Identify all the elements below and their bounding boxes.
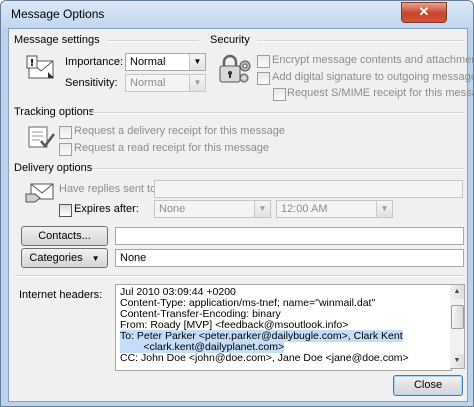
receipt-check-icon	[28, 126, 55, 149]
categories-button[interactable]: Categories ▼	[21, 248, 108, 268]
headers-divider	[14, 275, 464, 277]
read-receipt-checkbox[interactable]	[59, 143, 72, 156]
digital-signature-label: Add digital signature to outgoing messag…	[272, 71, 474, 83]
message-settings-group-label: Message settings	[14, 34, 100, 46]
contacts-field[interactable]	[115, 227, 464, 245]
categories-value: None	[120, 252, 147, 264]
digital-signature-checkbox[interactable]	[257, 72, 270, 85]
expires-time-value: 12:00 AM	[281, 203, 328, 215]
expires-after-checkbox[interactable]	[59, 204, 72, 217]
title-bar: Message Options ✕	[1, 1, 473, 27]
message-settings-divider	[107, 40, 199, 42]
delivery-divider	[92, 168, 464, 170]
message-options-dialog: Message Options ✕ Message settings ! Imp…	[0, 0, 474, 407]
dialog-body: Message settings ! Importance: Normal ▼ …	[8, 28, 473, 402]
scroll-thumb[interactable]	[451, 305, 464, 329]
envelope-hand-icon	[25, 183, 54, 203]
security-divider	[258, 40, 464, 42]
smime-receipt-label: Request S/MIME receipt for this message	[287, 87, 474, 99]
chevron-down-icon: ▼	[91, 254, 100, 263]
expires-date-value: None	[159, 203, 186, 215]
delivery-receipt-checkbox[interactable]	[59, 126, 72, 139]
tracking-divider	[92, 112, 464, 114]
delivery-receipt-label: Request a delivery receipt for this mess…	[74, 125, 285, 137]
sensitivity-select[interactable]: Normal ▼	[125, 74, 206, 92]
close-window-button[interactable]: ✕	[401, 2, 447, 23]
encrypt-checkbox[interactable]	[257, 55, 270, 68]
header-line: CC: John Doe <john@doe.com>, Jane Doe <j…	[120, 352, 409, 364]
tracking-group-label: Tracking options	[14, 106, 95, 118]
importance-label: Importance:	[65, 56, 124, 68]
read-receipt-label: Request a read receipt for this message	[74, 142, 270, 154]
importance-select[interactable]: Normal ▼	[125, 53, 206, 71]
close-button[interactable]: Close	[393, 375, 463, 396]
scroll-up-icon[interactable]: ▲	[450, 285, 464, 299]
chevron-down-icon: ▼	[189, 54, 205, 70]
chevron-down-icon: ▼	[254, 201, 270, 217]
smime-receipt-checkbox[interactable]	[273, 88, 286, 101]
expires-after-label: Expires after:	[74, 203, 139, 215]
sensitivity-value: Normal	[130, 77, 166, 89]
categories-field[interactable]: None	[115, 249, 464, 267]
replies-sent-to-field[interactable]	[154, 180, 463, 198]
window-title: Message Options	[11, 7, 105, 21]
headers-scrollbar[interactable]: ▲ ▼	[450, 284, 465, 369]
delivery-group-label: Delivery options	[14, 162, 93, 174]
importance-value: Normal	[130, 56, 166, 68]
sensitivity-label: Sensitivity:	[65, 77, 118, 89]
categories-button-label: Categories	[29, 252, 83, 264]
internet-headers-textarea[interactable]: Jul 2010 03:09:44 +0200 Content-Type: ap…	[115, 284, 452, 371]
internet-headers-label: Internet headers:	[19, 289, 103, 301]
envelope-importance-icon: !	[26, 55, 54, 79]
expires-date-select[interactable]: None ▼	[154, 200, 271, 218]
scroll-down-icon[interactable]: ▼	[450, 354, 464, 368]
encrypt-label: Encrypt message contents and attachments	[272, 54, 474, 66]
replies-sent-to-label: Have replies sent to:	[59, 183, 160, 195]
svg-text:!: !	[30, 58, 35, 69]
security-group-label: Security	[210, 34, 250, 46]
padlock-gears-icon	[219, 54, 251, 83]
chevron-down-icon: ▼	[189, 75, 205, 91]
chevron-down-icon: ▼	[376, 201, 392, 217]
expires-time-select[interactable]: 12:00 AM ▼	[276, 200, 393, 218]
contacts-button[interactable]: Contacts...	[21, 226, 108, 246]
